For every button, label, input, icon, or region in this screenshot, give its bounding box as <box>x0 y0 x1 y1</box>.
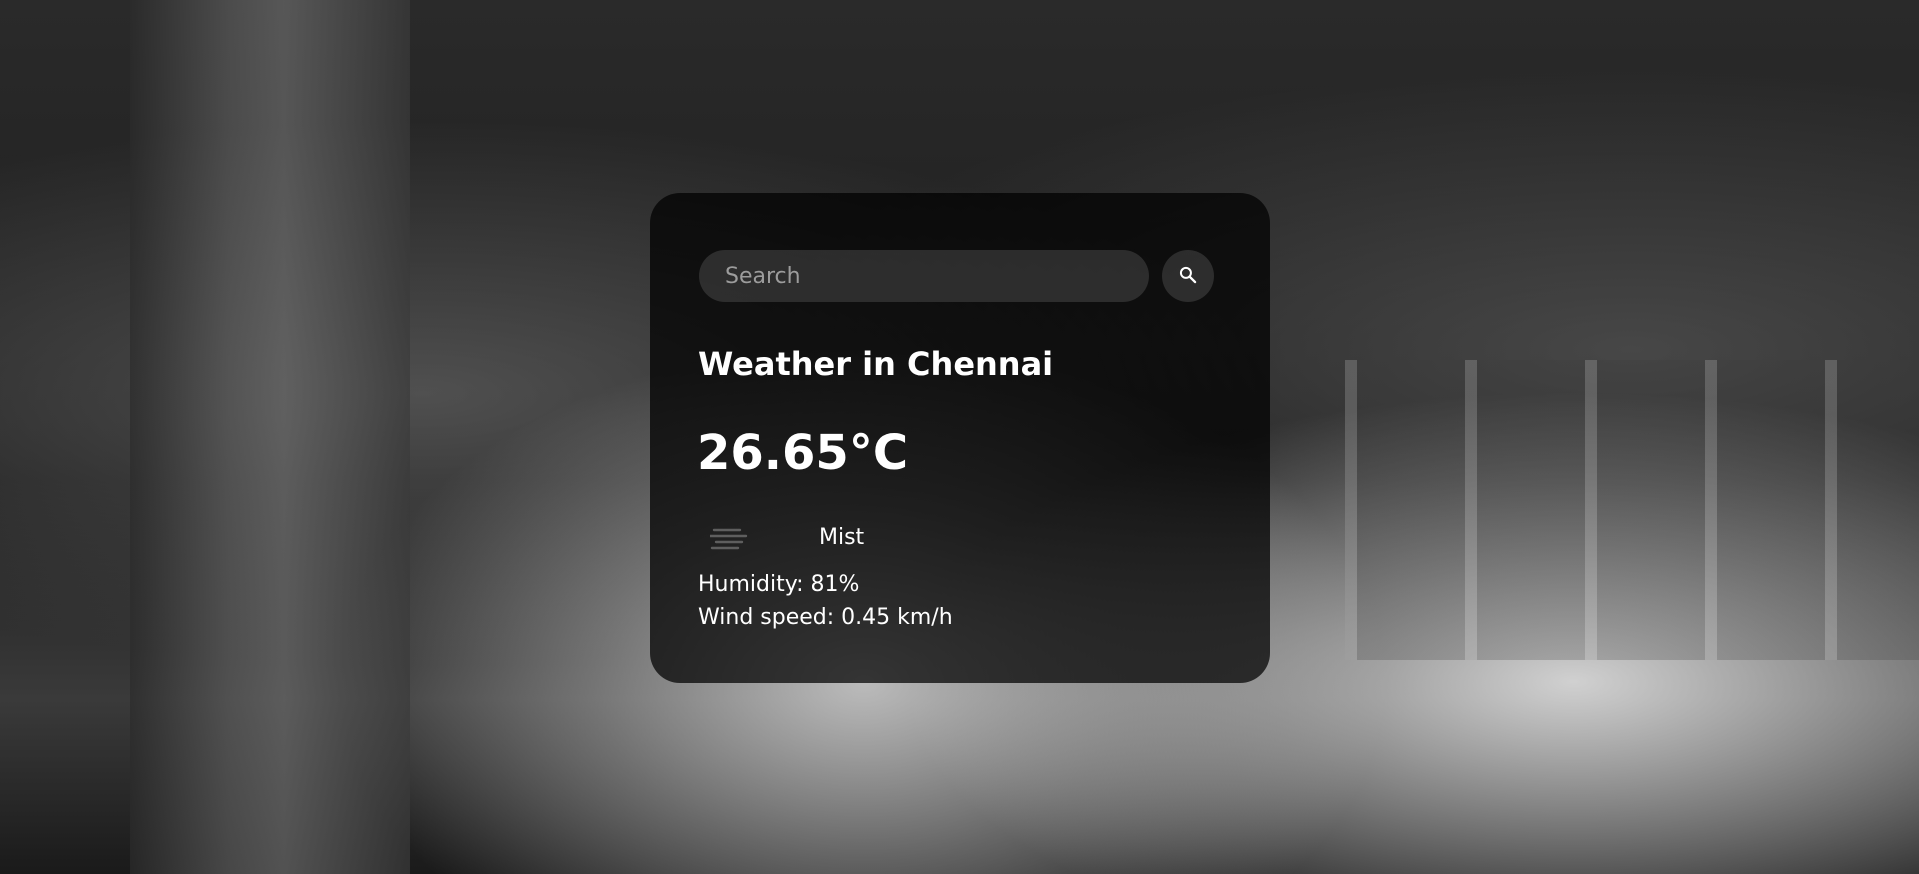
weather-description: Mist <box>819 525 865 550</box>
search-bar <box>699 250 1219 302</box>
mist-icon <box>710 528 748 550</box>
search-icon <box>1179 266 1197 284</box>
humidity-text: Humidity: 81% <box>698 572 860 597</box>
weather-card: Weather in Chennai 26.65°C Mist Humidity… <box>650 193 1270 683</box>
search-button[interactable] <box>1162 250 1214 302</box>
background-shelf <box>1345 360 1919 660</box>
background-tree-trunk <box>130 0 410 874</box>
city-title: Weather in Chennai <box>698 345 1054 383</box>
temperature: 26.65°C <box>697 425 909 481</box>
wind-speed-text: Wind speed: 0.45 km/h <box>698 605 953 630</box>
search-input[interactable] <box>699 250 1149 302</box>
